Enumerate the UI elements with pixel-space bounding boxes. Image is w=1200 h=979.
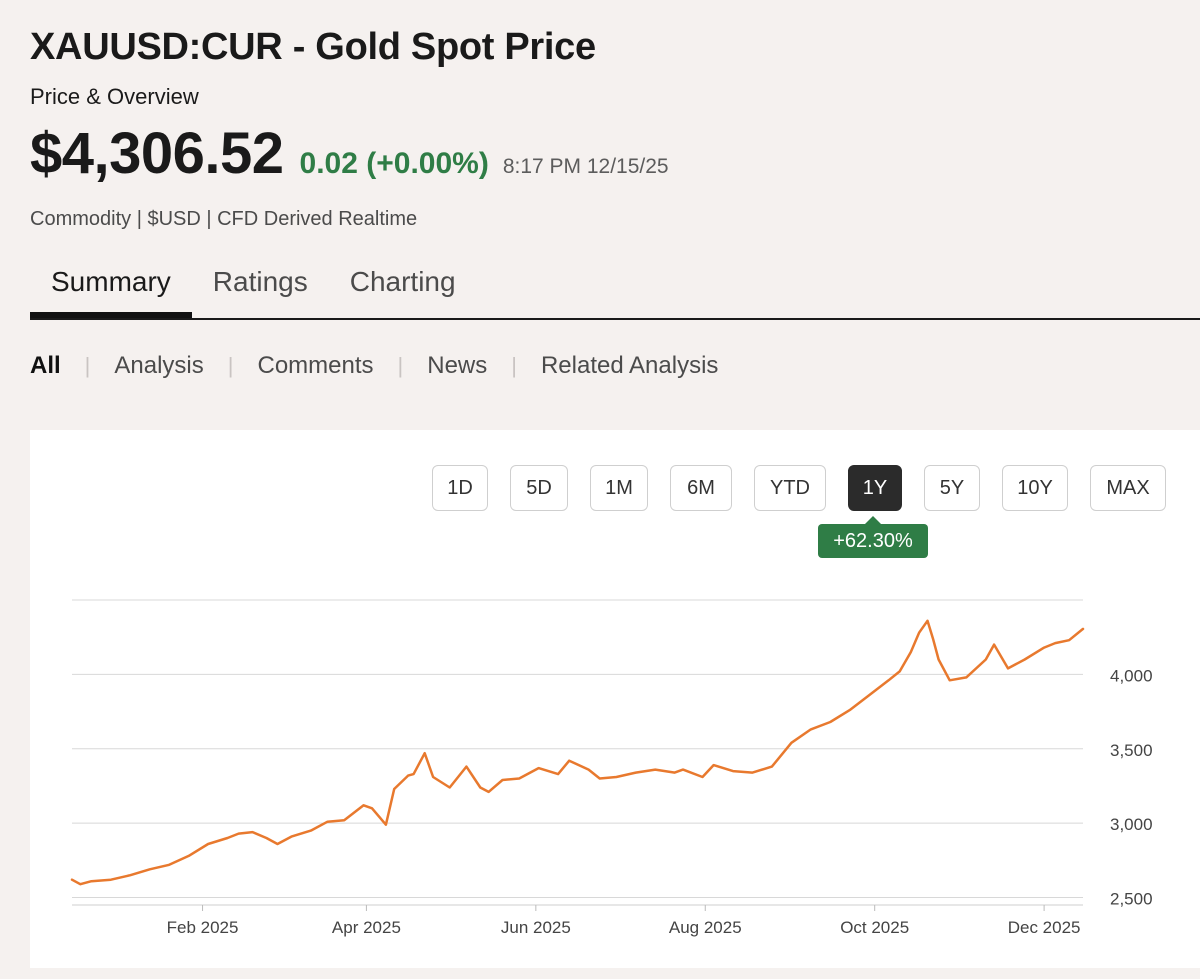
x-tick-label: Jun 2025 [501, 918, 571, 937]
subnav-separator: | [397, 353, 404, 378]
instrument-meta: Commodity | $USD | CFD Derived Realtime [30, 208, 418, 230]
price-series-line [70, 619, 1085, 886]
y-tick-label: 4,000 [1110, 666, 1153, 685]
price-row: $4,306.52 0.02 (+0.00%) 8:17 PM 12/15/25 [30, 120, 669, 187]
price-line-chart: 2,500 3,000 3,500 4,000 Feb 2025 Apr 2025 Jun … [70, 599, 1153, 937]
y-tick-label: 2,500 [1110, 890, 1153, 909]
subnav-related-analysis[interactable]: Related Analysis [541, 352, 718, 380]
sub-navigation: All | Analysis | Comments | News | Relat… [30, 352, 718, 380]
x-tick-label: Oct 2025 [840, 918, 909, 937]
subnav-news[interactable]: News [427, 352, 487, 380]
page-subtitle: Price & Overview [30, 84, 199, 109]
tab-summary[interactable]: Summary [30, 258, 192, 318]
page-title: XAUUSD:CUR - Gold Spot Price [30, 26, 596, 68]
main-tabs: Summary Ratings Charting [30, 258, 1200, 320]
current-price: $4,306.52 [30, 121, 284, 186]
y-tick-label: 3,500 [1110, 741, 1153, 760]
price-chart-card: 1D 5D 1M 6M YTD 1Y 5Y 10Y MAX +62.30% 2,… [30, 430, 1200, 968]
price-timestamp: 8:17 PM 12/15/25 [502, 155, 669, 178]
subnav-separator: | [511, 353, 517, 378]
price-change: 0.02 (+0.00%) [299, 147, 489, 180]
subnav-all[interactable]: All [30, 352, 61, 380]
x-tick-label: Apr 2025 [332, 918, 401, 937]
x-tick-label: Feb 2025 [167, 918, 239, 937]
tab-charting[interactable]: Charting [329, 258, 477, 310]
x-tick-label: Dec 2025 [1008, 918, 1081, 937]
tab-ratings[interactable]: Ratings [192, 258, 329, 310]
y-tick-label: 3,000 [1110, 815, 1153, 834]
subnav-separator: | [227, 353, 234, 378]
subnav-comments[interactable]: Comments [257, 352, 373, 380]
subnav-analysis[interactable]: Analysis [114, 352, 203, 380]
x-tick-label: Aug 2025 [669, 918, 742, 937]
subnav-separator: | [84, 353, 91, 378]
